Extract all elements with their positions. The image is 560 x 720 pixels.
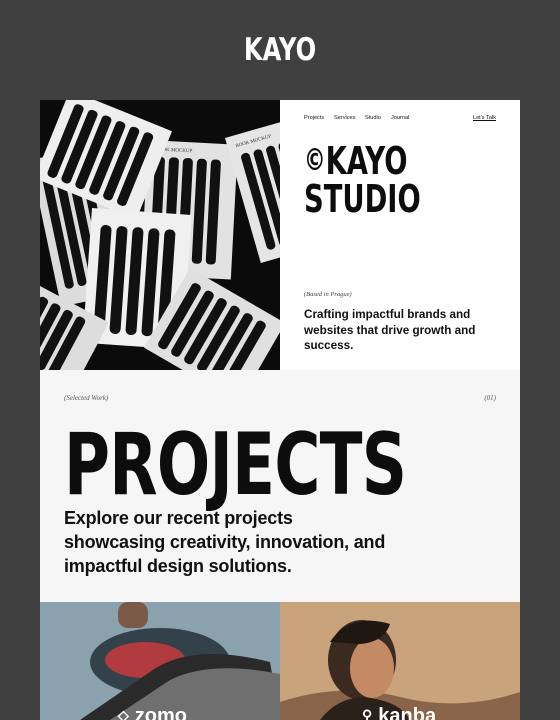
lets-talk-link[interactable]: Let's Talk — [473, 115, 496, 121]
nav-item-services[interactable]: Services — [334, 115, 355, 121]
project-card-kanba[interactable]: ⚲ kanba — [280, 602, 520, 720]
book-mockup-illustration: BOOK MOCKUP BOOK MOCKUP — [40, 100, 280, 370]
copyright-mark: © — [304, 143, 326, 178]
projects-description: Explore our recent projects showcasing c… — [64, 508, 386, 576]
nav-item-projects[interactable]: Projects — [304, 115, 324, 121]
section-index: (01) — [484, 394, 496, 402]
sneaker-photo — [40, 602, 280, 720]
section-label: (Selected Work) — [64, 394, 109, 402]
hero-tagline: Crafting impactful brands and websites t… — [304, 308, 476, 352]
hero-image: BOOK MOCKUP BOOK MOCKUP — [40, 100, 280, 370]
top-nav: Projects Services Studio Journal Let's T… — [304, 115, 496, 127]
website-preview-card: BOOK MOCKUP BOOK MOCKUP Projects Service… — [40, 100, 520, 720]
hero-panel: Projects Services Studio Journal Let's T… — [280, 100, 520, 370]
projects-heading: PROJECTS — [64, 415, 407, 515]
studio-heading: ©KAYO STUDIO — [304, 142, 421, 218]
studio-heading-line2: STUDIO — [304, 177, 421, 221]
diamond-icon: ◇ — [118, 707, 129, 720]
nav-item-journal[interactable]: Journal — [391, 115, 409, 121]
project-card-zomo[interactable]: ◇ zomo — [40, 602, 280, 720]
nav-item-studio[interactable]: Studio — [365, 115, 381, 121]
portrait-photo — [280, 602, 520, 720]
brand-title: KAYO — [243, 32, 317, 68]
location-note: (Based in Prague) — [304, 291, 352, 298]
pin-icon: ⚲ — [362, 707, 373, 720]
project-label-kanba: ⚲ kanba — [362, 705, 436, 720]
project-label-zomo: ◇ zomo — [118, 705, 187, 720]
